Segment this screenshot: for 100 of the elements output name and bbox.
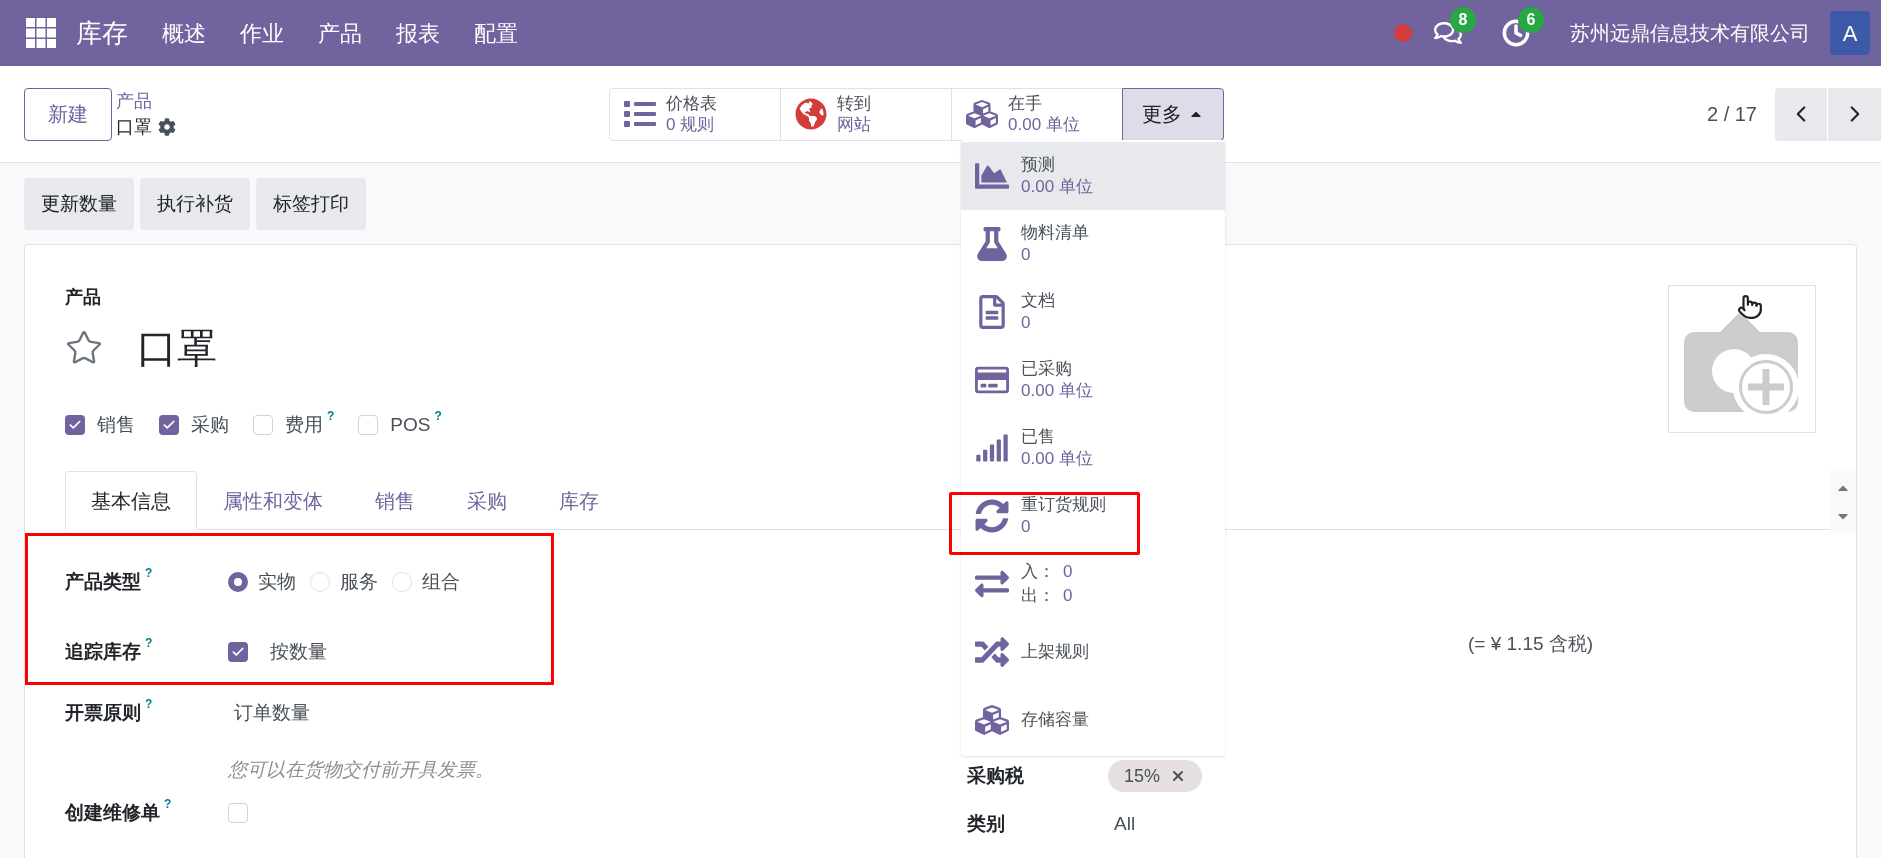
stat-value: 0 规则	[666, 114, 716, 135]
more-button[interactable]: 更多	[1122, 87, 1224, 141]
dropdown-item[interactable]: 已售 0.00 单位	[961, 414, 1225, 482]
stat-button[interactable]: 价格表 0 规则	[609, 87, 781, 141]
product-name: 口罩	[137, 325, 217, 372]
company-name[interactable]: 苏州远鼎信息技术有限公司	[1570, 18, 1810, 48]
new-button[interactable]: 新建	[24, 87, 112, 141]
hint-text: 您可以在货物交付前开具发票。	[228, 757, 494, 782]
checkbox-label: POS	[390, 412, 431, 437]
flask-icon	[975, 227, 1009, 261]
tab[interactable]: 基本信息	[65, 471, 197, 530]
gear-icon[interactable]	[158, 118, 176, 136]
help-mark[interactable]: ?	[164, 794, 172, 813]
menu-item[interactable]: 概述	[162, 16, 206, 50]
checkbox[interactable]	[358, 415, 379, 435]
checkbox-label: 费用	[285, 412, 323, 437]
checkbox[interactable]	[65, 415, 85, 435]
globe-icon	[795, 98, 827, 130]
count-badge: 6	[1518, 7, 1544, 33]
stat-button[interactable]: 转到 网站	[780, 87, 952, 141]
apps-grid-icon[interactable]	[26, 18, 56, 48]
tab[interactable]: 采购	[441, 471, 533, 530]
dropdown-item[interactable]: 物料清单 0	[961, 210, 1225, 278]
help-mark[interactable]: ?	[145, 563, 153, 582]
item-value: 0.00 单位	[1021, 448, 1093, 470]
menu-item[interactable]: 产品	[318, 16, 362, 50]
action-button[interactable]: 执行补货	[140, 178, 250, 230]
field-label: 开票原则	[65, 700, 141, 725]
breadcrumb-link[interactable]: 产品	[116, 88, 176, 114]
pager-counter: 2 / 17	[1706, 102, 1757, 127]
list-icon	[624, 98, 656, 130]
item-title: 重订货规则	[1021, 494, 1106, 516]
app-title[interactable]: 库存	[76, 13, 128, 53]
action-button[interactable]: 更新数量	[24, 178, 134, 230]
help-mark[interactable]: ?	[145, 633, 153, 652]
cubes-icon	[966, 98, 998, 130]
tax-tag: 15%	[1108, 760, 1203, 792]
field-value: All	[1114, 811, 1136, 836]
item-title: 预测	[1021, 154, 1056, 176]
checkmark-icon	[162, 418, 176, 432]
checkmark-icon	[231, 645, 245, 659]
stat-title: 价格表	[666, 93, 717, 114]
signal-bars-icon	[975, 431, 1009, 465]
item-value: 0	[1021, 312, 1032, 334]
field-label: 类别	[967, 811, 1006, 836]
field-label: 产品类型	[65, 569, 141, 594]
star-icon[interactable]	[65, 329, 103, 367]
stat-value: 0.00 单位	[1008, 114, 1080, 135]
tab[interactable]: 属性和变体	[197, 471, 349, 530]
item-value: 0.00 单位	[1021, 380, 1093, 402]
menu-item[interactable]: 报表	[396, 16, 440, 50]
dropdown-item[interactable]: 存储容量	[961, 686, 1225, 754]
field-value: 订单数量	[234, 700, 310, 725]
item-label: 出：	[1021, 585, 1055, 607]
checkbox-label: 采购	[191, 412, 229, 437]
field-label: 采购税	[967, 763, 1025, 788]
dropdown-item[interactable]: 重订货规则 0	[961, 482, 1225, 550]
checkbox[interactable]	[228, 642, 248, 662]
user-avatar[interactable]: A	[1830, 11, 1870, 55]
item-title: 已采购	[1021, 358, 1073, 380]
help-mark[interactable]: ?	[327, 406, 335, 425]
dropdown-item[interactable]: 预测 0.00 单位	[961, 142, 1225, 210]
menu-item[interactable]: 作业	[240, 16, 284, 50]
refresh-icon	[975, 499, 1009, 533]
radio-button[interactable]	[228, 572, 248, 592]
tab[interactable]: 销售	[349, 471, 441, 530]
shuffle-icon	[975, 635, 1009, 669]
item-value: 0	[1021, 516, 1032, 538]
stat-button[interactable]: 在手 0.00 单位	[951, 87, 1123, 141]
radio-label: 组合	[422, 569, 460, 594]
item-title: 已售	[1021, 426, 1056, 448]
item-value: 0.00 单位	[1021, 176, 1093, 198]
hand-cursor-icon	[1737, 294, 1763, 320]
stat-title: 在手	[1008, 93, 1043, 114]
tab[interactable]: 库存	[533, 471, 625, 530]
checkbox[interactable]	[159, 415, 179, 435]
radio-label: 服务	[340, 569, 378, 594]
cubes-icon	[975, 703, 1009, 737]
item-value: 0	[1063, 561, 1073, 583]
item-value: 0	[1021, 244, 1032, 266]
record-title: 口罩	[116, 116, 152, 139]
item-label: 入：	[1021, 561, 1055, 583]
item-value: 0	[1063, 585, 1073, 607]
checkbox[interactable]	[228, 803, 248, 823]
help-mark[interactable]: ?	[434, 406, 442, 425]
field-label: 追踪库存	[65, 639, 141, 664]
stat-title: 转到	[837, 93, 871, 114]
help-mark[interactable]: ?	[145, 694, 153, 713]
item-title: 物料清单	[1021, 222, 1089, 244]
dropdown-item[interactable]: 已采购 0.00 单位	[961, 346, 1225, 414]
field-label: 创建维修单	[65, 800, 160, 825]
dropdown-item[interactable]: 文档 0	[961, 278, 1225, 346]
item-title: 上架规则	[1021, 641, 1089, 663]
action-button[interactable]: 标签打印	[256, 178, 366, 230]
form-label: 产品	[65, 286, 101, 309]
price-note: (= ¥ 1.15 含税)	[1468, 631, 1594, 656]
count-badge: 8	[1450, 7, 1476, 33]
checkbox[interactable]	[253, 415, 273, 435]
menu-item[interactable]: 配置	[474, 16, 518, 50]
dropdown-item[interactable]: 上架规则	[961, 618, 1225, 686]
